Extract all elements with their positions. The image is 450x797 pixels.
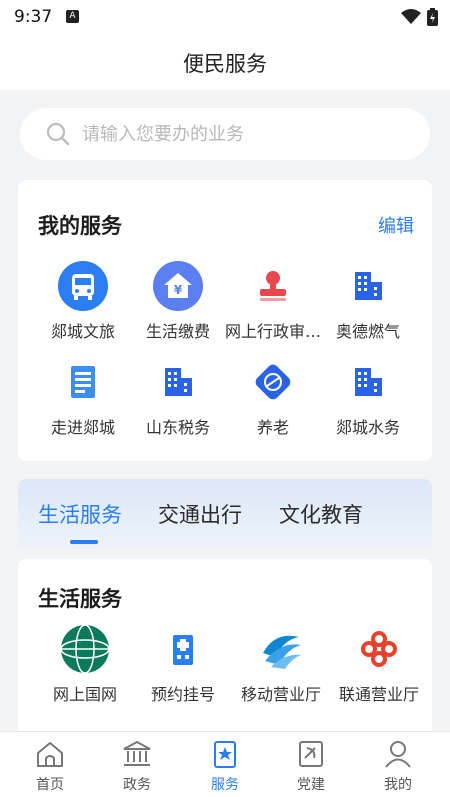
service-item-pension[interactable]: 养老 xyxy=(223,356,323,438)
edit-button[interactable]: 编辑 xyxy=(378,212,414,238)
building-icon xyxy=(342,356,394,408)
nav-label: 党建 xyxy=(297,777,325,793)
china-unicom-icon xyxy=(353,623,405,675)
service-item-label: 走进郯城 xyxy=(50,418,115,437)
page-title: 便民服务 xyxy=(183,52,267,76)
status-bar: 9:37 A xyxy=(0,0,450,34)
notification-icon: A xyxy=(66,10,79,23)
top-bar: 便民服务 xyxy=(0,34,450,90)
tab-life-services[interactable]: 生活服务 xyxy=(38,499,122,529)
my-services-title: 我的服务 xyxy=(38,214,122,238)
service-item-tancheng-tourism[interactable]: 郯城文旅 xyxy=(33,260,133,342)
nav-label: 服务 xyxy=(211,777,239,793)
nav-label: 政务 xyxy=(123,777,151,793)
service-item-state-grid[interactable]: 网上国网 xyxy=(35,623,135,705)
life-services-card: 生活服务 网上国网 预约挂号 移动营业厅 联通营业厅 xyxy=(18,559,432,749)
battery-icon xyxy=(427,8,438,26)
life-services-title: 生活服务 xyxy=(38,587,122,611)
hospital-icon xyxy=(157,623,209,675)
service-item-visit-tancheng[interactable]: 走进郯城 xyxy=(33,356,133,438)
status-time: 9:37 xyxy=(14,7,53,27)
tab-transport[interactable]: 交通出行 xyxy=(158,499,242,529)
search-input[interactable] xyxy=(82,108,402,160)
active-tab-indicator xyxy=(70,540,98,544)
service-item-label: 郯城水务 xyxy=(335,418,400,437)
state-grid-icon xyxy=(59,623,111,675)
service-item-china-unicom[interactable]: 联通营业厅 xyxy=(329,623,429,705)
nav-party[interactable]: 党建 xyxy=(281,740,341,794)
bottom-nav: 首页 政务 服务 党建 我的 xyxy=(0,731,450,797)
nav-label: 首页 xyxy=(36,777,64,793)
service-item-online-approval[interactable]: 网上行政审… xyxy=(223,260,323,342)
service-item-china-mobile[interactable]: 移动营业厅 xyxy=(231,623,331,705)
service-item-aode-gas[interactable]: 奥德燃气 xyxy=(318,260,418,342)
service-item-label: 移动营业厅 xyxy=(240,685,321,704)
nav-home[interactable]: 首页 xyxy=(20,740,80,794)
profile-icon xyxy=(385,741,411,768)
service-item-label: 联通营业厅 xyxy=(338,685,419,704)
wifi-icon xyxy=(401,9,421,24)
service-item-label: 养老 xyxy=(256,418,289,437)
category-tabs: 生活服务 交通出行 文化教育 xyxy=(18,479,432,549)
status-indicators xyxy=(401,8,438,26)
stamp-icon xyxy=(247,260,299,312)
search-icon xyxy=(46,122,70,146)
service-item-label: 网上行政审… xyxy=(224,322,321,341)
service-item-label: 预约挂号 xyxy=(150,685,215,704)
bus-icon xyxy=(57,260,109,312)
service-icon xyxy=(214,741,236,768)
government-icon xyxy=(123,740,151,766)
building-icon xyxy=(342,260,394,312)
service-item-label: 网上国网 xyxy=(52,685,117,704)
nav-government[interactable]: 政务 xyxy=(107,740,167,794)
home-icon xyxy=(37,741,63,767)
china-mobile-icon xyxy=(255,623,307,675)
service-item-tancheng-water[interactable]: 郯城水务 xyxy=(318,356,418,438)
nav-profile[interactable]: 我的 xyxy=(368,740,428,794)
search-bar[interactable] xyxy=(20,108,430,160)
service-item-appointment[interactable]: 预约挂号 xyxy=(133,623,233,705)
service-item-shandong-tax[interactable]: 山东税务 xyxy=(128,356,228,438)
my-services-card: 我的服务 编辑 郯城文旅 ¥ 生活缴费 网上行政审… 奥德燃气 走进郯城 山东税… xyxy=(18,180,432,461)
nav-label: 我的 xyxy=(384,777,412,793)
party-icon xyxy=(299,741,323,767)
svg-text:¥: ¥ xyxy=(174,283,183,297)
tab-culture-education[interactable]: 文化教育 xyxy=(279,499,363,529)
document-icon xyxy=(57,356,109,408)
service-item-label: 山东税务 xyxy=(145,418,210,437)
pension-icon xyxy=(247,356,299,408)
nav-service[interactable]: 服务 xyxy=(195,740,255,794)
service-item-label: 奥德燃气 xyxy=(335,322,400,341)
payment-house-icon: ¥ xyxy=(152,260,204,312)
service-item-life-payment[interactable]: ¥ 生活缴费 xyxy=(128,260,228,342)
building-icon xyxy=(152,356,204,408)
service-item-label: 郯城文旅 xyxy=(50,322,115,341)
service-item-label: 生活缴费 xyxy=(145,322,210,341)
